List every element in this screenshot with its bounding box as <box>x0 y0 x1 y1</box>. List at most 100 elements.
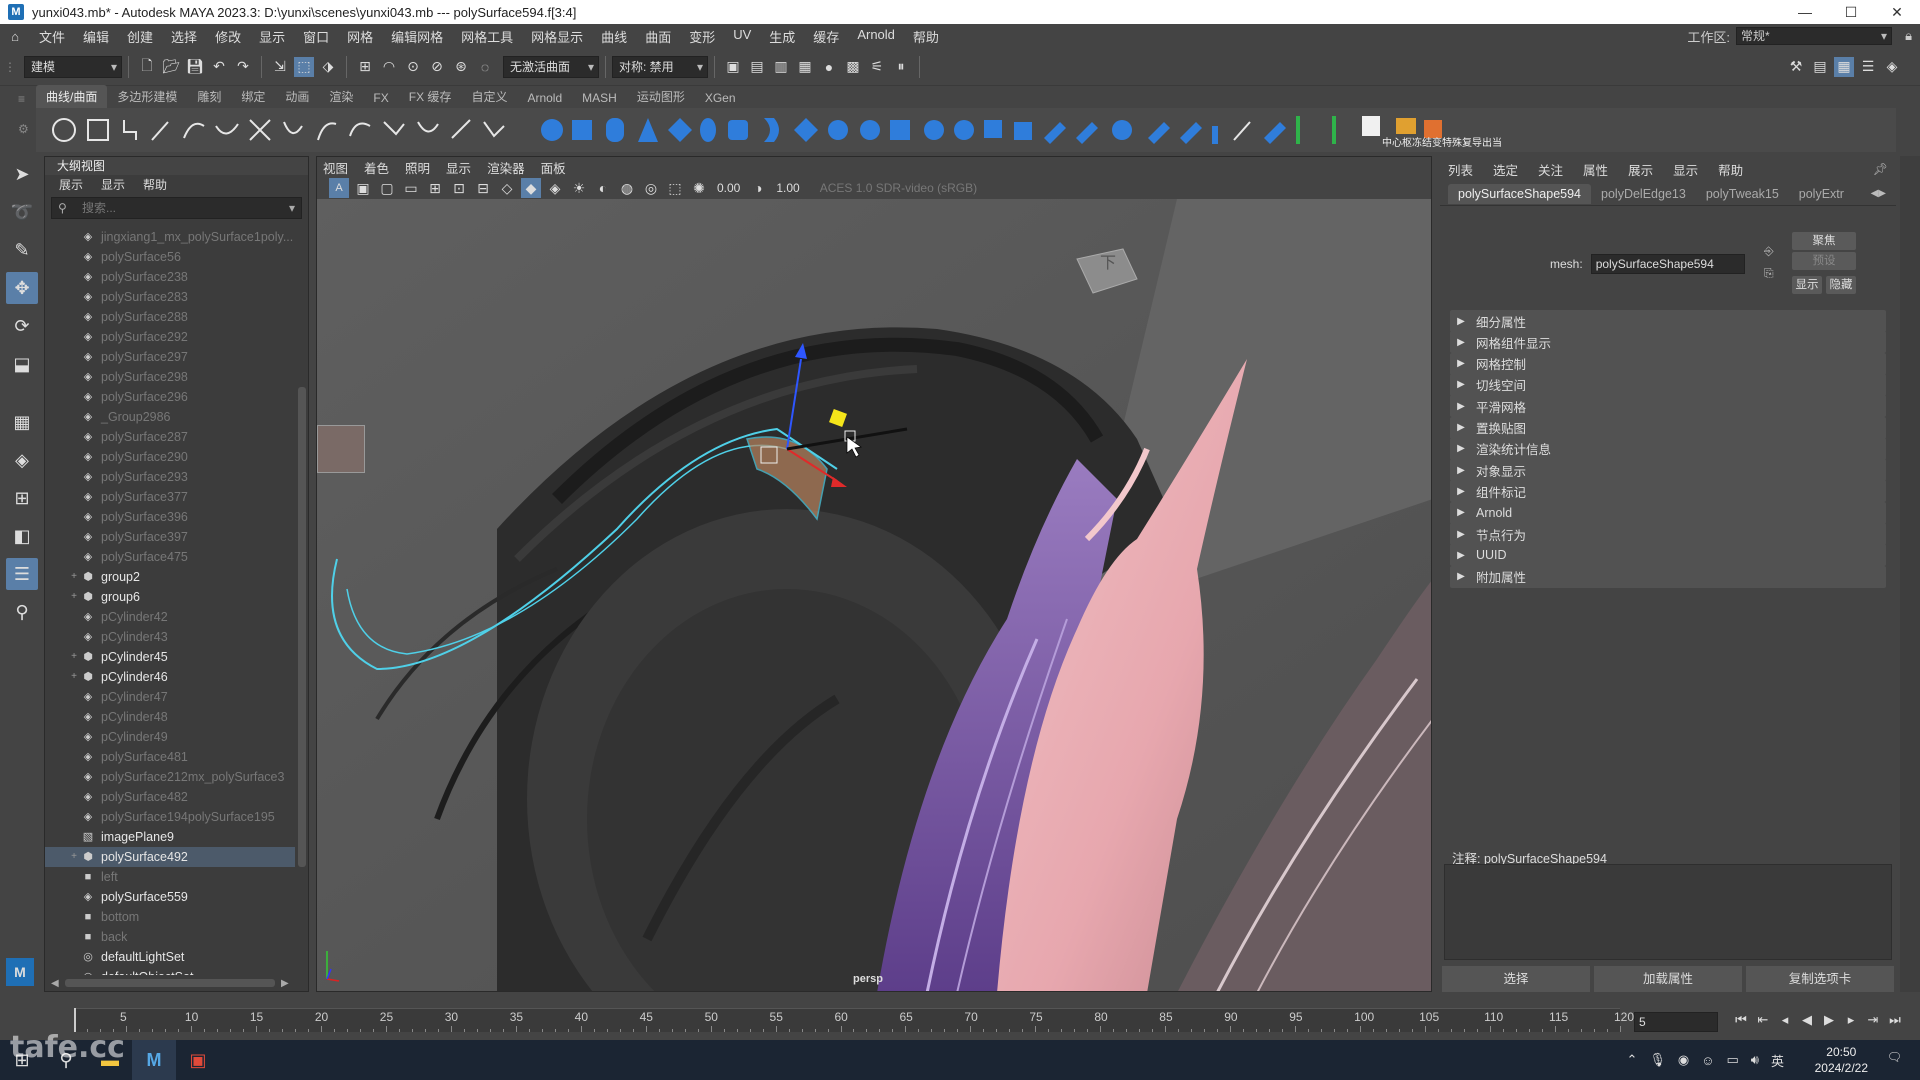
tool-settings-icon[interactable]: ☰ <box>1858 57 1878 77</box>
snap-point-icon[interactable]: ⊙ <box>403 57 423 77</box>
expand-icon[interactable]: + <box>67 847 81 867</box>
outliner-row[interactable]: ◈ pCylinder43 <box>45 627 295 647</box>
outliner-menu-show[interactable]: 展示 <box>59 175 83 195</box>
menu-item[interactable]: 网格工具 <box>452 27 522 46</box>
layer-editor-icon[interactable]: ◈ <box>1882 57 1902 77</box>
outliner-row[interactable]: ◈ polySurface559 <box>45 887 295 907</box>
go-to-start-icon[interactable]: ⏮ <box>1730 1012 1752 1028</box>
attribute-section-header[interactable]: ▶ 节点行为 <box>1450 523 1886 545</box>
shelf-tab[interactable]: 绑定 <box>231 85 275 108</box>
outliner-row[interactable]: ◈ polySurface288 <box>45 307 295 327</box>
viewport-menu-item[interactable]: 着色 <box>364 158 389 177</box>
current-frame-field[interactable]: 5 <box>1634 1012 1718 1032</box>
gamma-icon[interactable]: ◑ <box>748 178 768 198</box>
paint-select-tool-icon[interactable]: ✎ <box>6 234 38 266</box>
shelf-tab[interactable]: 曲线/曲面 <box>36 85 108 108</box>
outliner-row[interactable]: ◈ polySurface283 <box>45 287 295 307</box>
center-pivot-button[interactable]: 中心枢 <box>1382 134 1412 149</box>
viewport-menu-item[interactable]: 显示 <box>446 158 471 177</box>
menu-item[interactable]: 显示 <box>250 27 294 46</box>
exposure-icon[interactable]: ✺ <box>689 178 709 198</box>
outliner-row[interactable]: ◈ polySurface296 <box>45 387 295 407</box>
attribute-editor-icon[interactable]: ▦ <box>1834 56 1854 77</box>
expand-icon[interactable]: + <box>67 667 81 687</box>
step-forward-frame-icon[interactable]: ▸ <box>1840 1012 1862 1028</box>
outliner-row[interactable]: ◈ _Group2986 <box>45 407 295 427</box>
outliner-menu-display[interactable]: 显示 <box>101 175 125 195</box>
shelf-tab[interactable]: 雕刻 <box>187 85 231 108</box>
shadows-icon[interactable]: ◐ <box>593 178 613 198</box>
menu-item[interactable]: 编辑 <box>74 27 118 46</box>
outliner-row[interactable]: ◈ polySurface238 <box>45 267 295 287</box>
menu-item[interactable]: 曲线 <box>592 27 636 46</box>
outliner-row[interactable]: ◈ polySurface287 <box>45 427 295 447</box>
shelf-tab[interactable]: 运动图形 <box>627 85 695 108</box>
play-backward-icon[interactable]: ◀ <box>1796 1012 1818 1028</box>
pause-icon[interactable]: ⏸︎ <box>891 57 911 77</box>
outliner-row[interactable]: + ⬢ polySurface492 <box>45 847 295 867</box>
two-view-layout-icon[interactable]: ◧ <box>6 520 38 552</box>
outliner-row[interactable]: ◈ pCylinder48 <box>45 707 295 727</box>
outliner-row[interactable]: ◈ polySurface482 <box>45 787 295 807</box>
render-current-icon[interactable]: ▤ <box>747 57 767 77</box>
clock[interactable]: 20:50 2024/2/22 <box>1815 1044 1868 1076</box>
expand-icon[interactable]: + <box>67 647 81 667</box>
microphone-icon[interactable]: 🎙︎ <box>1649 1052 1666 1068</box>
outliner-search-input[interactable]: ⚲ 搜索... ▾ <box>51 197 302 219</box>
shelf-tab[interactable]: XGen <box>695 88 746 108</box>
attribute-tab[interactable]: polyTweak15 <box>1696 184 1789 204</box>
play-forward-icon[interactable]: ▶ <box>1818 1012 1840 1028</box>
attribute-menu-item[interactable]: 展示 <box>1628 160 1653 179</box>
snap-view-plane-icon[interactable]: ⊘ <box>427 57 447 77</box>
step-back-frame-icon[interactable]: ◂ <box>1774 1012 1796 1028</box>
menu-item[interactable]: 帮助 <box>904 27 948 46</box>
time-slider-track[interactable]: 5 10 15 20 25 30 35 40 45 50 55 60 65 70 75 80 85 90 95 100… <box>74 1008 1634 1032</box>
menu-item[interactable]: UV <box>724 27 760 46</box>
scroll-right-icon[interactable]: ▶ <box>281 978 289 989</box>
outliner-row[interactable]: ◈ polySurface377 <box>45 487 295 507</box>
outliner-row[interactable]: + ⬢ group6 <box>45 587 295 607</box>
select-object-icon[interactable]: ⬚ <box>294 56 314 77</box>
menu-item[interactable]: 缓存 <box>804 27 848 46</box>
color-space-select[interactable]: ACES 1.0 SDR-video (sRGB) <box>820 181 977 195</box>
attribute-menu-item[interactable]: 属性 <box>1583 160 1608 179</box>
outliner-row[interactable]: ◈ polySurface292 <box>45 327 295 347</box>
viewport-menu-item[interactable]: 视图 <box>323 158 348 177</box>
attribute-section-header[interactable]: ▶ 组件标记 <box>1450 480 1886 503</box>
isolate-select-icon[interactable]: ⬚ <box>665 178 685 198</box>
expand-icon[interactable]: + <box>67 567 81 587</box>
menu-item[interactable]: Arnold <box>848 27 904 46</box>
notes-textarea[interactable] <box>1444 864 1892 960</box>
attribute-section-header[interactable]: ▶ 切线空间 <box>1450 373 1886 396</box>
shelf-tab[interactable]: 自定义 <box>461 85 517 108</box>
attribute-menu-item[interactable]: 帮助 <box>1718 160 1743 179</box>
live-surface-field[interactable]: 无激活曲面 <box>503 55 599 78</box>
tab-scroll-icon[interactable]: ◀▶ <box>1871 188 1886 199</box>
outliner-layout-icon[interactable]: ☰ <box>6 558 38 590</box>
snap-live-icon[interactable]: ◌ <box>475 57 495 77</box>
shelf-tab[interactable]: FX <box>363 88 398 108</box>
menu-item[interactable]: 文件 <box>30 27 74 46</box>
scroll-left-icon[interactable]: ◀ <box>51 978 59 989</box>
viewcube-face-label[interactable]: 下 <box>1100 249 1116 273</box>
shelf-tab[interactable]: Arnold <box>517 88 572 108</box>
copy-tab-button[interactable]: 复制选项卡 <box>1746 966 1894 992</box>
network-icon[interactable]: ▭ <box>1726 1052 1738 1068</box>
outliner-row[interactable]: ◈ polySurface396 <box>45 507 295 527</box>
attribute-tab[interactable]: polyDelEdge13 <box>1591 184 1696 204</box>
shelf-tab[interactable]: 动画 <box>275 85 319 108</box>
shelf-settings-icon[interactable]: ⚙ <box>18 122 29 136</box>
maximize-button[interactable]: ☐ <box>1828 0 1874 24</box>
outliner-row[interactable]: + ⬢ pCylinder45 <box>45 647 295 667</box>
menu-item[interactable]: 网格显示 <box>522 27 592 46</box>
outliner-row[interactable]: ◈ polySurface397 <box>45 527 295 547</box>
shelf-tab[interactable]: FX 缓存 <box>399 85 462 108</box>
outliner-row[interactable]: ■ back <box>45 927 295 947</box>
chevron-up-icon[interactable]: ⌃ <box>1626 1052 1637 1068</box>
select-tool-icon[interactable]: ➤ <box>6 158 38 190</box>
new-scene-icon[interactable]: 🗋 <box>137 57 157 77</box>
textured-icon[interactable]: ◈ <box>545 178 565 198</box>
snap-curve-icon[interactable]: ◠ <box>379 57 399 77</box>
select-hierarchy-icon[interactable]: ⇲ <box>270 57 290 77</box>
lock-icon[interactable]: 🔒︎ <box>1905 28 1912 44</box>
